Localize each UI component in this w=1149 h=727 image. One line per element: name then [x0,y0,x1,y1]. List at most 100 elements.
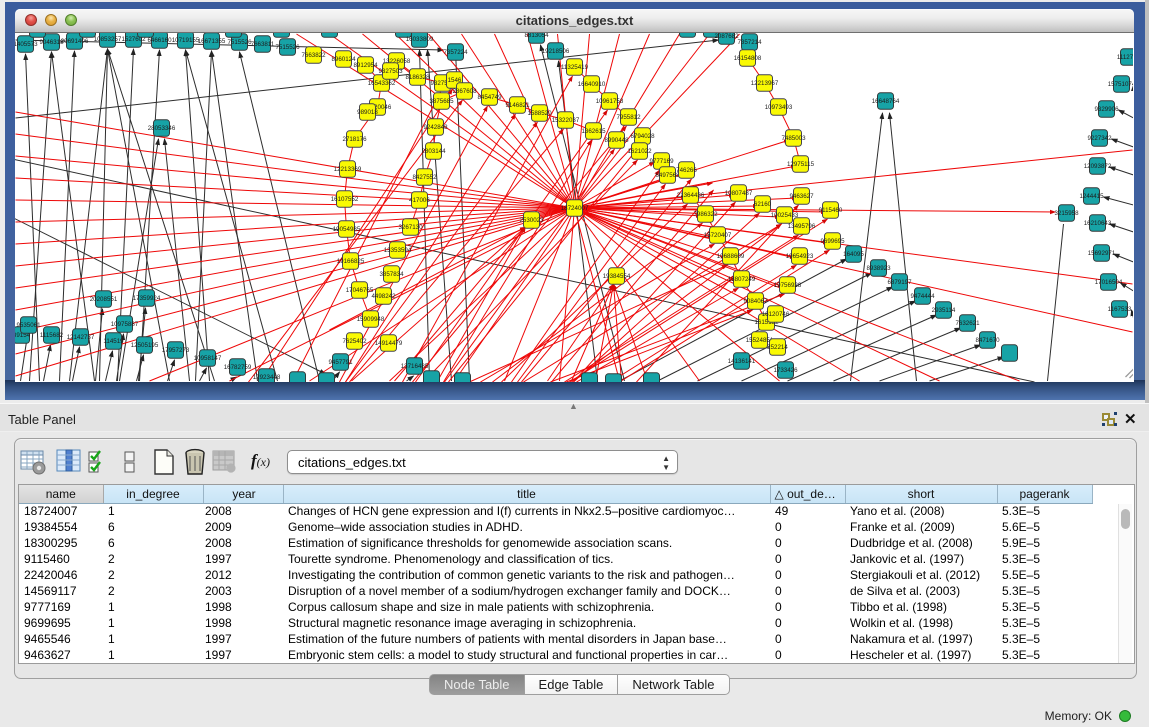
svg-text:8960124: 8960124 [331,56,356,63]
svg-text:2530023: 2530023 [519,217,544,224]
svg-text:15322037: 15322037 [552,117,580,124]
svg-text:9535061: 9535061 [16,322,41,329]
svg-text:2867608: 2867608 [452,88,477,95]
svg-text:1621022: 1621022 [627,148,652,155]
svg-text:10973493: 10973493 [765,104,793,111]
svg-text:19756928: 19756928 [774,282,802,289]
svg-text:10961758: 10961758 [596,98,624,105]
svg-text:18807249: 18807249 [728,276,756,283]
svg-text:19054985: 19054985 [333,226,361,233]
svg-text:9242848: 9242848 [423,124,448,131]
svg-text:14914479: 14914479 [375,340,403,347]
svg-text:10807487: 10807487 [725,190,753,197]
svg-text:8990448: 8990448 [604,137,629,144]
svg-text:16640910: 16640910 [578,81,606,88]
svg-text:16154808: 16154808 [734,55,762,62]
svg-text:7663822: 7663822 [301,52,326,59]
svg-text:8454749: 8454749 [477,94,502,101]
svg-text:8813054: 8813054 [524,33,549,39]
svg-text:8427552: 8427552 [412,174,437,181]
svg-text:1244415: 1244415 [1079,193,1104,200]
svg-text:3215958: 3215958 [1054,210,1079,217]
svg-text:7986322: 7986322 [693,211,718,218]
svg-text:19654923: 19654923 [786,253,814,260]
svg-text:16543362: 16543362 [368,80,396,87]
svg-text:20208551: 20208551 [90,296,118,303]
svg-text:10975887: 10975887 [111,321,139,328]
svg-text:6879197: 6879197 [887,279,912,286]
svg-text:20691406: 20691406 [61,38,89,45]
svg-text:9227342: 9227342 [1087,135,1112,142]
svg-text:16648764: 16648764 [872,98,900,105]
svg-text:11325419: 11325419 [561,64,589,71]
svg-text:1588520: 1588520 [527,110,552,117]
svg-text:10853257: 10853257 [94,36,122,43]
svg-text:1362615: 1362615 [581,128,606,135]
svg-text:9327503: 9327503 [378,68,403,75]
svg-text:6466160: 6466160 [147,37,172,44]
svg-text:7632621: 7632621 [955,320,980,327]
svg-text:17046765: 17046765 [346,287,374,294]
svg-text:19166825: 19166825 [337,258,365,265]
svg-text:17957273: 17957273 [162,347,190,354]
svg-text:12142737: 12142737 [67,334,95,341]
svg-text:14136141: 14136141 [728,358,756,365]
svg-text:16033809: 16033809 [406,36,434,43]
svg-text:1405573: 1405573 [15,41,38,48]
svg-text:15751074: 15751074 [1108,81,1133,88]
svg-text:7357214: 7357214 [737,39,762,46]
svg-text:19384554: 19384554 [603,273,631,280]
svg-text:9699695: 9699695 [820,238,845,245]
svg-text:16120746: 16120746 [762,311,790,318]
svg-text:16107552: 16107552 [331,196,359,203]
svg-text:28053346: 28053346 [148,125,176,132]
svg-text:4498242: 4498242 [371,293,396,300]
svg-text:7515526: 7515526 [227,39,252,46]
svg-text:13716485: 13716485 [401,363,429,370]
svg-text:15692971: 15692971 [1088,250,1116,257]
svg-text:9463627: 9463627 [789,193,814,200]
svg-text:3857834: 3857834 [379,271,404,278]
svg-text:7515526: 7515526 [275,44,300,51]
svg-text:2935114: 2935114 [932,307,956,314]
svg-text:7955812: 7955812 [616,114,641,121]
svg-text:2718176: 2718176 [342,136,367,143]
svg-text:7663811: 7663811 [251,41,275,48]
svg-text:114519: 114519 [103,338,124,345]
svg-text:8471670: 8471670 [975,337,1000,344]
svg-text:17359924: 17359924 [133,295,161,302]
svg-text:10688609: 10688609 [717,253,745,260]
svg-text:2087682: 2087682 [714,33,739,40]
svg-text:12213369: 12213369 [334,166,362,173]
svg-text:8186328: 8186328 [405,74,430,81]
svg-text:62160: 62160 [754,201,772,208]
svg-text:10719155: 10719155 [172,37,200,44]
svg-text:7625402: 7625402 [342,338,367,345]
svg-text:18724007: 18724007 [561,205,589,212]
svg-text:2803144: 2803144 [421,148,446,155]
svg-text:12093872: 12093872 [1084,163,1112,170]
svg-text:1115682: 1115682 [40,332,64,339]
svg-text:17016504: 17016504 [1095,279,1123,286]
svg-text:3875685: 3875685 [429,98,454,105]
svg-text:10958147: 10958147 [194,355,222,362]
svg-text:9115460: 9115460 [819,207,843,214]
svg-text:989018: 989018 [357,109,378,116]
svg-text:13495796: 13495796 [788,223,816,230]
svg-text:6794028: 6794028 [630,133,655,140]
svg-text:15909948: 15909948 [357,316,385,323]
svg-text:9474444: 9474444 [910,293,935,300]
svg-text:12213967: 12213967 [751,80,779,87]
svg-text:16671355: 16671355 [198,38,226,45]
svg-text:16782759: 16782759 [224,364,252,371]
svg-text:7485003: 7485003 [781,135,806,142]
svg-text:8912954: 8912954 [353,62,378,69]
svg-text:19218506: 19218506 [542,48,570,55]
svg-text:3267130: 3267130 [398,224,423,231]
svg-text:417006: 417006 [409,197,430,204]
svg-text:9457791: 9457791 [328,359,353,366]
svg-text:252214: 252214 [767,344,788,351]
svg-text:9084067: 9084067 [743,298,768,305]
svg-text:13353594: 13353594 [384,247,412,254]
svg-text:15720407: 15720407 [704,232,732,239]
